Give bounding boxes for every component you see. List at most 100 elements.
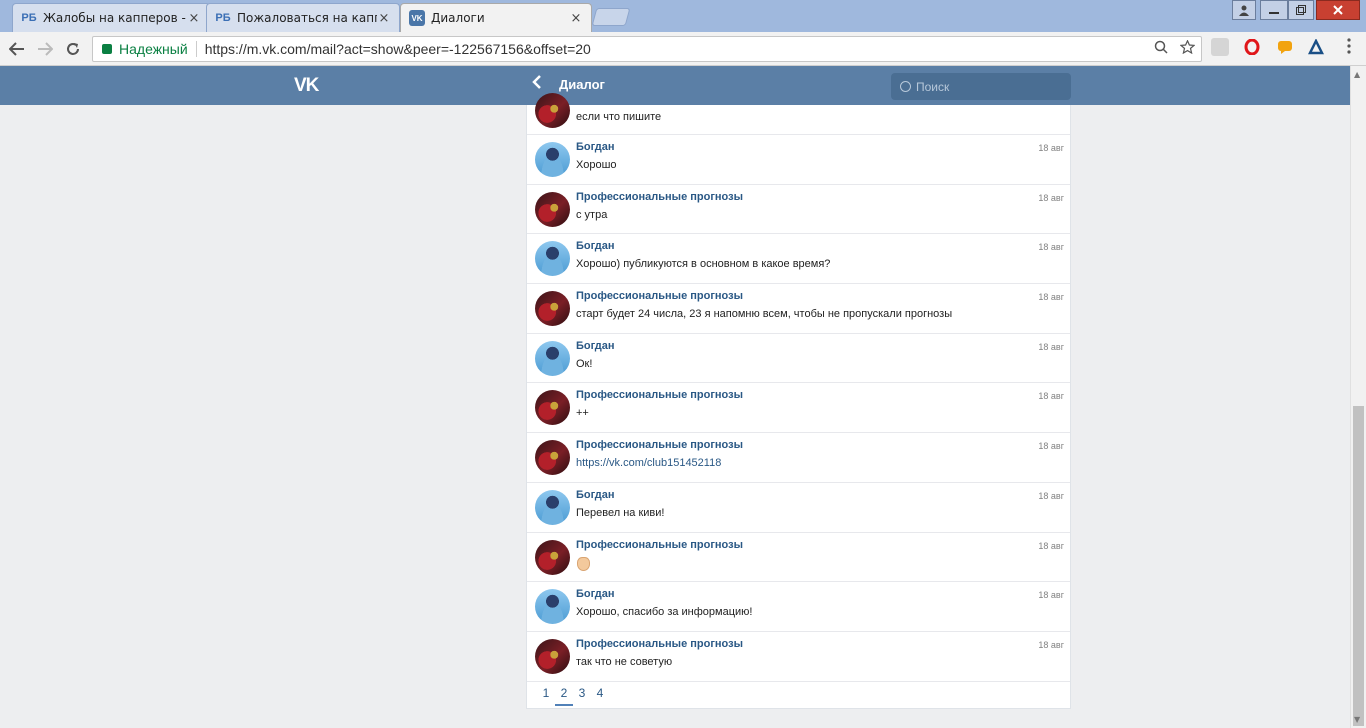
message-text: Ок! [576, 357, 593, 370]
message-date: 18 авг [1038, 242, 1064, 253]
message-text: Хорошо, спасибо за информацию! [576, 606, 753, 619]
message-date: 18 авг [1038, 639, 1064, 650]
page-viewport: VK Диалог если что пишите Богдан 18 авг … [0, 66, 1350, 728]
page-link[interactable]: 1 [537, 678, 555, 708]
message-link[interactable]: https://vk.com/club151452118 [576, 457, 721, 469]
avatar[interactable] [535, 638, 570, 674]
page-link[interactable]: 4 [591, 678, 609, 708]
message-author[interactable]: Богдан [576, 141, 615, 153]
message-date: 18 авг [1038, 143, 1064, 153]
browser-toolbar: Надежный https://m.vk.com/mail?act=show&… [0, 32, 1366, 66]
search-input[interactable] [916, 79, 1056, 94]
vk-logo[interactable]: VK [294, 75, 319, 97]
window-close-icon[interactable] [1316, 0, 1360, 20]
message-author[interactable]: Профессиональные прогнозы [576, 389, 743, 401]
message-author[interactable]: Богдан [576, 240, 615, 252]
message-author[interactable]: Богдан [576, 588, 615, 600]
extension-icon[interactable] [1211, 38, 1229, 56]
close-icon[interactable]: × [569, 11, 583, 26]
message-item[interactable]: Профессиональные прогнозы 18 авг старт б… [527, 284, 1070, 334]
avatar[interactable] [535, 191, 570, 227]
message-author[interactable]: Профессиональные прогнозы [576, 638, 743, 650]
message-item[interactable]: Богдан 18 авг Хорошо [527, 135, 1070, 185]
avatar[interactable] [535, 390, 570, 426]
page-scrollbar[interactable]: ▲ ▼ [1350, 66, 1366, 728]
page-title: Диалог [559, 77, 605, 92]
vk-favicon-icon: VK [409, 10, 425, 26]
message-author[interactable]: Профессиональные прогнозы [576, 191, 743, 203]
forward-arrow-icon[interactable] [34, 38, 56, 60]
lock-icon [102, 44, 112, 54]
message-author[interactable]: Профессиональные прогнозы [576, 539, 743, 551]
message-date: 18 авг [1038, 391, 1064, 402]
profile-icon[interactable] [1232, 0, 1256, 20]
scroll-up-arrow-icon[interactable]: ▲ [1354, 70, 1360, 79]
avatar[interactable] [535, 489, 570, 525]
back-arrow-icon[interactable] [6, 38, 28, 60]
search-icon [900, 81, 911, 92]
browser-tab[interactable]: РБ Пожаловаться на капп × [206, 3, 400, 32]
page-link-current[interactable]: 2 [555, 678, 573, 708]
tab-title: Пожаловаться на капп [237, 11, 377, 25]
scroll-down-arrow-icon[interactable]: ▼ [1354, 715, 1360, 724]
tab-title: Жалобы на капперов - [43, 11, 186, 25]
chat-extension-icon[interactable] [1276, 38, 1294, 56]
message-date: 18 авг [1038, 192, 1064, 203]
page-link[interactable]: 3 [573, 678, 591, 708]
message-date: 18 авг [1038, 441, 1064, 452]
ok-hand-emoji-icon [577, 556, 590, 571]
avatar[interactable] [535, 440, 570, 476]
message-item[interactable]: Профессиональные прогнозы 18 авг так что… [527, 632, 1070, 682]
opera-extension-icon[interactable] [1243, 38, 1261, 56]
divider [195, 41, 197, 57]
bookmark-star-icon[interactable] [1179, 39, 1196, 57]
avatar[interactable] [535, 93, 570, 128]
avatar[interactable] [535, 340, 570, 376]
message-item[interactable]: если что пишите [527, 93, 1070, 135]
browser-tab[interactable]: РБ Жалобы на капперов - × [12, 3, 210, 32]
message-author[interactable]: Профессиональные прогнозы [576, 290, 743, 302]
close-icon[interactable]: × [187, 11, 201, 26]
message-date: 18 авг [1038, 540, 1064, 551]
message-item[interactable]: Профессиональные прогнозы 18 авг с утра [527, 185, 1070, 235]
rb-favicon-icon: РБ [215, 12, 231, 24]
message-text: старт будет 24 числа, 23 я напомню всем,… [576, 308, 953, 321]
reload-icon[interactable] [62, 38, 84, 60]
address-bar[interactable]: Надежный https://m.vk.com/mail?act=show&… [92, 36, 1202, 62]
message-author[interactable]: Богдан [576, 489, 615, 501]
message-text: с утра [576, 208, 608, 221]
message-item[interactable]: Богдан 18 авг Хорошо) публикуются в осно… [527, 234, 1070, 285]
scrollbar-thumb[interactable] [1353, 406, 1364, 726]
message-text: если что пишите [576, 111, 662, 123]
avatar[interactable] [535, 241, 570, 277]
close-icon[interactable]: × [377, 11, 391, 26]
message-text: так что не советую [576, 655, 673, 668]
pagination: 1 2 3 4 [527, 678, 1070, 708]
message-item[interactable]: Профессиональные прогнозы 18 авг ++ [527, 383, 1070, 434]
message-text: ++ [576, 407, 589, 420]
browser-tab-active[interactable]: VK Диалоги × [400, 3, 592, 32]
message-text: Перевел на киви! [576, 506, 665, 519]
back-chevron-icon[interactable] [532, 74, 542, 95]
browser-menu-icon[interactable] [1340, 38, 1358, 58]
new-tab-button[interactable] [591, 8, 631, 26]
search-box[interactable] [891, 73, 1071, 100]
zoom-icon[interactable] [1154, 40, 1168, 57]
avatar[interactable] [535, 589, 570, 625]
avatar[interactable] [535, 539, 570, 575]
avatar[interactable] [535, 142, 570, 177]
message-item[interactable]: Богдан 18 авг Хорошо, спасибо за информа… [527, 582, 1070, 632]
message-item[interactable]: Богдан 18 авг Перевел на киви! [527, 483, 1070, 533]
minimize-icon[interactable] [1260, 0, 1288, 20]
avatar[interactable] [535, 291, 570, 327]
restore-icon[interactable] [1288, 0, 1314, 20]
message-date: 18 авг [1038, 341, 1064, 352]
message-date: 18 авг [1038, 590, 1064, 601]
delta-extension-icon[interactable] [1307, 38, 1325, 56]
message-author[interactable]: Богдан [576, 340, 615, 352]
message-item[interactable]: Профессиональные прогнозы 18 авг https:/… [527, 433, 1070, 483]
message-item[interactable]: Богдан 18 авг Ок! [527, 334, 1070, 384]
message-item[interactable]: Профессиональные прогнозы 18 авг [527, 533, 1070, 583]
url-text[interactable]: https://m.vk.com/mail?act=show&peer=-122… [205, 41, 591, 57]
message-author[interactable]: Профессиональные прогнозы [576, 439, 743, 451]
